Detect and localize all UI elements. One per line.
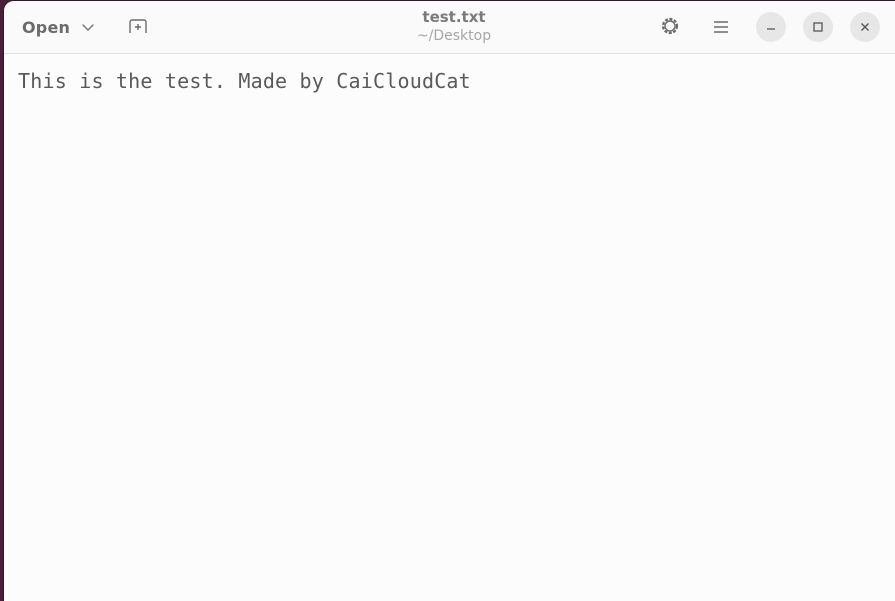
minimize-icon [765, 18, 777, 37]
editor-content[interactable]: This is the test. Made by CaiCloudCat [18, 69, 471, 93]
open-button-label: Open [22, 17, 71, 37]
maximize-icon [812, 18, 824, 37]
text-editor-window: Open test.txt ~/Desktop This is the test… [4, 1, 895, 601]
settings-button[interactable] [655, 13, 685, 43]
chevron-down-icon [80, 19, 96, 35]
gear-icon [659, 15, 681, 41]
close-button[interactable] [850, 12, 880, 42]
hamburger-menu-icon [713, 19, 729, 38]
close-icon [859, 18, 871, 37]
new-tab-icon [128, 17, 148, 39]
maximize-button[interactable] [803, 12, 833, 42]
menu-button[interactable] [706, 13, 736, 43]
new-document-button[interactable] [124, 15, 152, 41]
headerbar: Open test.txt ~/Desktop [4, 1, 895, 54]
open-button[interactable]: Open [14, 13, 104, 41]
text-editor-area[interactable]: This is the test. Made by CaiCloudCat [4, 54, 895, 601]
minimize-button[interactable] [756, 12, 786, 42]
